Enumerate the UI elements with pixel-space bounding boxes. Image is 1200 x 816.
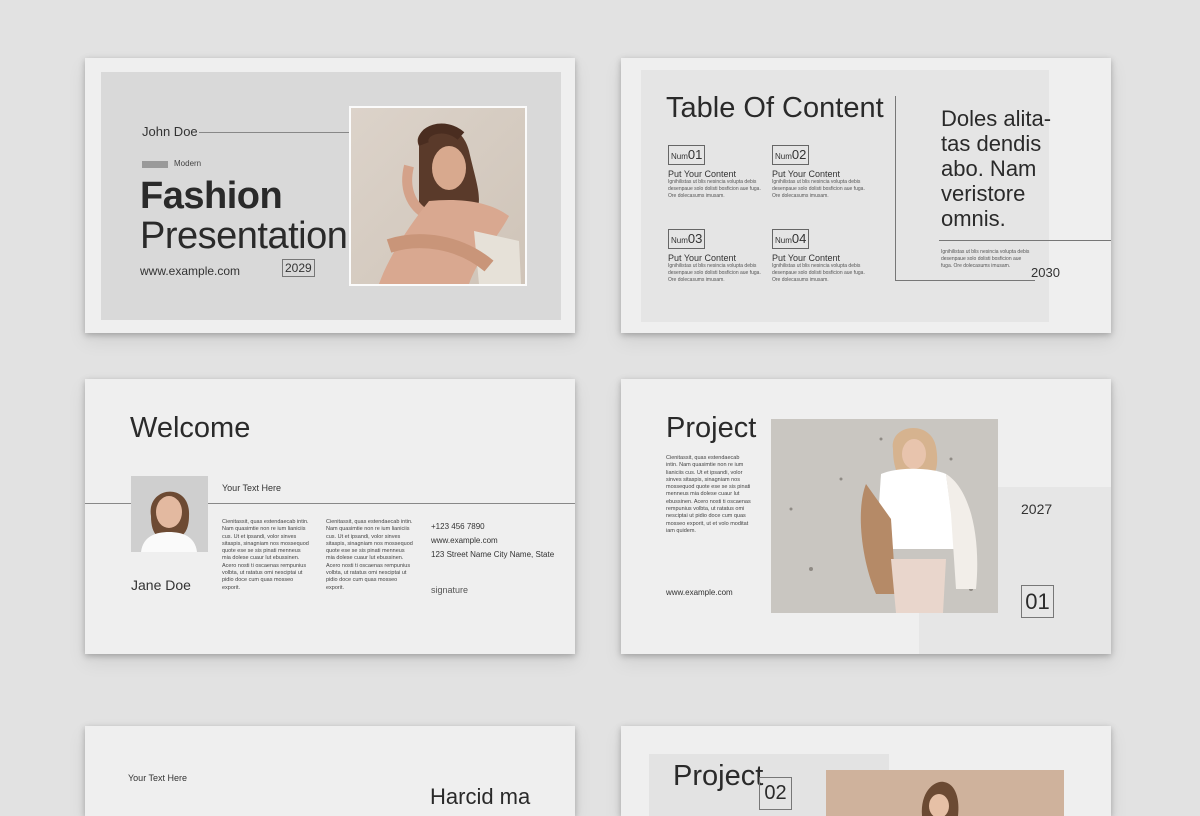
- toc-item[interactable]: Num03 Put Your Content Ignihilistas ut b…: [668, 229, 763, 284]
- welcome-subtitle: Your Text Here: [222, 483, 282, 493]
- num-box: Num03: [668, 229, 706, 249]
- model-photo-partial: [826, 770, 1064, 816]
- num-label: Num: [671, 152, 688, 161]
- num-value: 01: [687, 147, 703, 162]
- num-label: Num: [775, 236, 792, 245]
- slide-welcome[interactable]: Welcome Your Text Here Jane Doe Cienitas…: [85, 379, 575, 654]
- num-value: 03: [687, 231, 703, 246]
- item-title: Put Your Content: [668, 253, 737, 263]
- year-box: 2029: [282, 259, 315, 277]
- project-title: Project: [666, 412, 757, 444]
- num-box: Num01: [668, 145, 706, 165]
- person-name: Jane Doe: [131, 577, 191, 593]
- model-photo-sitting: [349, 106, 527, 286]
- quote-text: Ignihilistas ut blis nesincia volupta de…: [941, 249, 1030, 269]
- toc-item[interactable]: Num04 Put Your Content Ignihilistas ut b…: [772, 229, 867, 284]
- item-text: Ignihilistas ut blis nesincia volupta de…: [668, 179, 761, 199]
- title-light: Presentation: [140, 215, 348, 257]
- website: www.example.com: [666, 588, 733, 597]
- portrait-photo: [131, 476, 208, 552]
- title-bold: Fashion: [140, 175, 283, 217]
- website: www.example.com: [431, 536, 498, 545]
- slide-table-of-content[interactable]: Table Of Content Num01 Put Your Content …: [621, 58, 1111, 333]
- quote-line: omnis.: [941, 206, 1006, 231]
- quote-line: veristore: [941, 181, 1026, 206]
- author-divider: [199, 132, 349, 133]
- num-label: Num: [775, 152, 792, 161]
- slide-fashion-cover[interactable]: John Doe Modern Fashion Presentation www…: [85, 58, 575, 333]
- year: 2030: [1031, 265, 1060, 280]
- tag-label: Modern: [174, 159, 202, 168]
- item-title: Put Your Content: [772, 169, 841, 179]
- website: www.example.com: [140, 264, 241, 278]
- slide-subtitle: Your Text Here: [128, 773, 188, 783]
- slide-text-partial[interactable]: Your Text Here Harcid ma: [85, 726, 575, 816]
- body-column-2: Cienitassit, quas estendaecab intin. Nam…: [326, 519, 413, 591]
- slide-project-02-partial[interactable]: Project 02: [621, 726, 1111, 816]
- num-label: Num: [671, 236, 688, 245]
- toc-item[interactable]: Num02 Put Your Content Ignihilistas ut b…: [772, 145, 867, 200]
- toc-item[interactable]: Num01 Put Your Content Ignihilistas ut b…: [668, 145, 763, 200]
- author-name: John Doe: [142, 124, 198, 139]
- page-number-box: 02: [759, 777, 792, 810]
- quote-divider: [939, 240, 1111, 241]
- slide-project-01[interactable]: Project Cienitassit, quas estendaecab in…: [621, 379, 1111, 654]
- welcome-title: Welcome: [130, 412, 251, 444]
- tag-bar: [142, 161, 168, 168]
- num-value: 04: [791, 231, 807, 246]
- body-column-1: Cienitassit, quas estendaecab intin. Nam…: [222, 519, 309, 591]
- address: 123 Street Name City Name, State: [431, 550, 555, 559]
- quote-line: tas dendis: [941, 131, 1042, 156]
- signature: signature: [431, 585, 469, 595]
- toc-title: Table Of Content: [666, 92, 884, 124]
- num-box: Num02: [772, 145, 810, 165]
- quote-heading: Doles alita- tas dendis abo. Nam veristo…: [941, 106, 1051, 231]
- page-number-box: 01: [1021, 585, 1054, 618]
- item-text: Ignihilistas ut blis nesincia volupta de…: [772, 263, 865, 283]
- item-title: Put Your Content: [772, 253, 841, 263]
- num-box: Num04: [772, 229, 810, 249]
- quote-frame-bottom-line: [895, 280, 1035, 281]
- quote-line: Doles alita-: [941, 106, 1052, 131]
- slide-title-partial: Harcid ma: [430, 784, 531, 809]
- project-body: Cienitassit, quas estendaecab intin. Nam…: [666, 455, 751, 534]
- item-text: Ignihilistas ut blis nesincia volupta de…: [668, 263, 761, 283]
- phone: +123 456 7890: [431, 522, 485, 531]
- project-title: Project: [673, 760, 764, 792]
- item-title: Put Your Content: [668, 169, 737, 179]
- quote-frame-left-line: [895, 96, 896, 280]
- num-value: 02: [791, 147, 807, 162]
- year: 2027: [1021, 501, 1053, 517]
- model-photo-standing: [771, 419, 998, 613]
- quote-line: abo. Nam: [941, 156, 1037, 181]
- item-text: Ignihilistas ut blis nesincia volupta de…: [772, 179, 865, 199]
